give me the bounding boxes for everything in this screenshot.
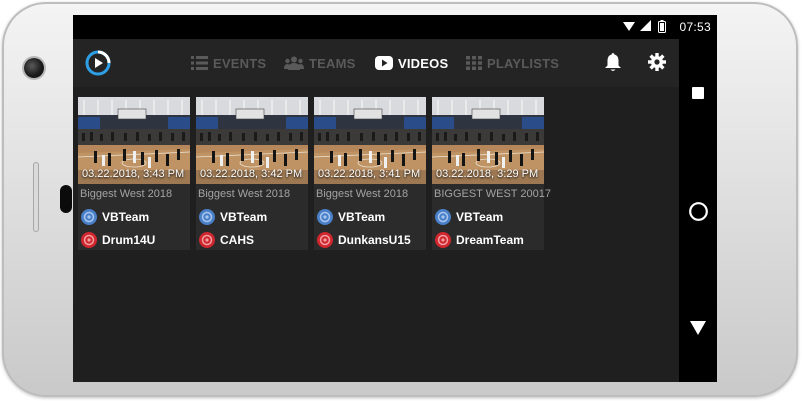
- tab-events[interactable]: EVENTS: [191, 54, 266, 72]
- tab-events-label: EVENTS: [213, 55, 267, 71]
- away-team-name: CAHS: [220, 233, 255, 247]
- video-card[interactable]: 03.22.2018, 3:43 PM Biggest West 2018 VB…: [78, 97, 190, 250]
- video-title: Biggest West 2018: [198, 188, 291, 200]
- back-icon[interactable]: [690, 321, 706, 335]
- team-logo-icon: [435, 209, 451, 225]
- tab-playlists[interactable]: PLAYLISTS: [466, 54, 559, 72]
- tab-videos[interactable]: VIDEOS: [375, 54, 448, 72]
- home-team-name: VBTeam: [456, 210, 504, 224]
- video-title: Biggest West 2018: [80, 188, 173, 200]
- video-thumbnail[interactable]: 03.22.2018, 3:41 PM: [314, 97, 426, 184]
- video-title: Biggest West 2018: [316, 188, 409, 200]
- video-card[interactable]: 03.22.2018, 3:41 PM Biggest West 2018 VB…: [314, 97, 426, 250]
- team-logo-icon: [81, 209, 97, 225]
- group-icon: [284, 56, 304, 70]
- video-date: 03.22.2018, 3:43 PM: [82, 168, 185, 180]
- tab-teams[interactable]: TEAMS: [284, 54, 356, 72]
- home-team-name: VBTeam: [220, 210, 268, 224]
- home-team-row: VBTeam: [199, 208, 267, 226]
- home-icon[interactable]: [688, 201, 709, 222]
- gear-icon[interactable]: [648, 53, 666, 71]
- home-team-row: VBTeam: [317, 208, 385, 226]
- tab-teams-label: TEAMS: [309, 55, 356, 71]
- away-team-row: DunkansU15: [317, 231, 411, 249]
- battery-icon: [658, 20, 666, 33]
- video-card[interactable]: 03.22.2018, 3:42 PM Biggest West 2018 VB…: [196, 97, 308, 250]
- team-logo-icon: [199, 232, 215, 248]
- video-title: BIGGEST WEST 20017: [434, 188, 551, 200]
- app-logo-icon[interactable]: [85, 50, 111, 76]
- recents-icon[interactable]: [692, 87, 704, 99]
- away-team-row: CAHS: [199, 231, 254, 249]
- home-team-name: VBTeam: [338, 210, 386, 224]
- proximity-sensor: [60, 185, 72, 213]
- away-team-row: Drum14U: [81, 231, 155, 249]
- video-thumbnail[interactable]: 03.22.2018, 3:43 PM: [78, 97, 190, 184]
- video-thumbnail[interactable]: 03.22.2018, 3:29 PM: [432, 97, 544, 184]
- app-bar: EVENTS TEAMS VIDEOS PLAYLISTS: [73, 39, 679, 87]
- team-logo-icon: [199, 209, 215, 225]
- team-logo-icon: [317, 232, 333, 248]
- video-date: 03.22.2018, 3:41 PM: [318, 168, 421, 180]
- grid-icon: [466, 56, 482, 70]
- video-card[interactable]: 03.22.2018, 3:29 PM BIGGEST WEST 20017 V…: [432, 97, 551, 250]
- home-team-name: VBTeam: [102, 210, 150, 224]
- tab-playlists-label: PLAYLISTS: [487, 55, 560, 71]
- team-logo-icon: [317, 209, 333, 225]
- away-team-name: Drum14U: [102, 233, 156, 247]
- wifi-icon: [623, 22, 635, 31]
- earpiece-speaker: [33, 162, 39, 232]
- device-screen: 07:53 EVENTS TEAMS VIDEOS PLAYLISTS 03.2…: [73, 15, 717, 382]
- home-team-row: VBTeam: [435, 208, 503, 226]
- video-thumbnail[interactable]: 03.22.2018, 3:42 PM: [196, 97, 308, 184]
- status-time: 07:53: [679, 20, 711, 34]
- away-team-name: DreamTeam: [456, 233, 524, 247]
- video-grid: 03.22.2018, 3:43 PM Biggest West 2018 VB…: [73, 87, 679, 382]
- video-date: 03.22.2018, 3:29 PM: [436, 168, 539, 180]
- team-logo-icon: [81, 232, 97, 248]
- video-date: 03.22.2018, 3:42 PM: [200, 168, 303, 180]
- list-icon: [191, 56, 208, 70]
- status-bar: 07:53: [73, 15, 717, 39]
- youtube-icon: [375, 56, 393, 70]
- team-logo-icon: [435, 232, 451, 248]
- away-team-row: DreamTeam: [435, 231, 524, 249]
- bell-icon[interactable]: [604, 53, 622, 72]
- home-team-row: VBTeam: [81, 208, 149, 226]
- front-camera: [24, 58, 44, 78]
- system-nav-bar: [679, 39, 717, 382]
- tab-videos-label: VIDEOS: [398, 55, 449, 71]
- signal-icon: [640, 20, 651, 31]
- away-team-name: DunkansU15: [338, 233, 411, 247]
